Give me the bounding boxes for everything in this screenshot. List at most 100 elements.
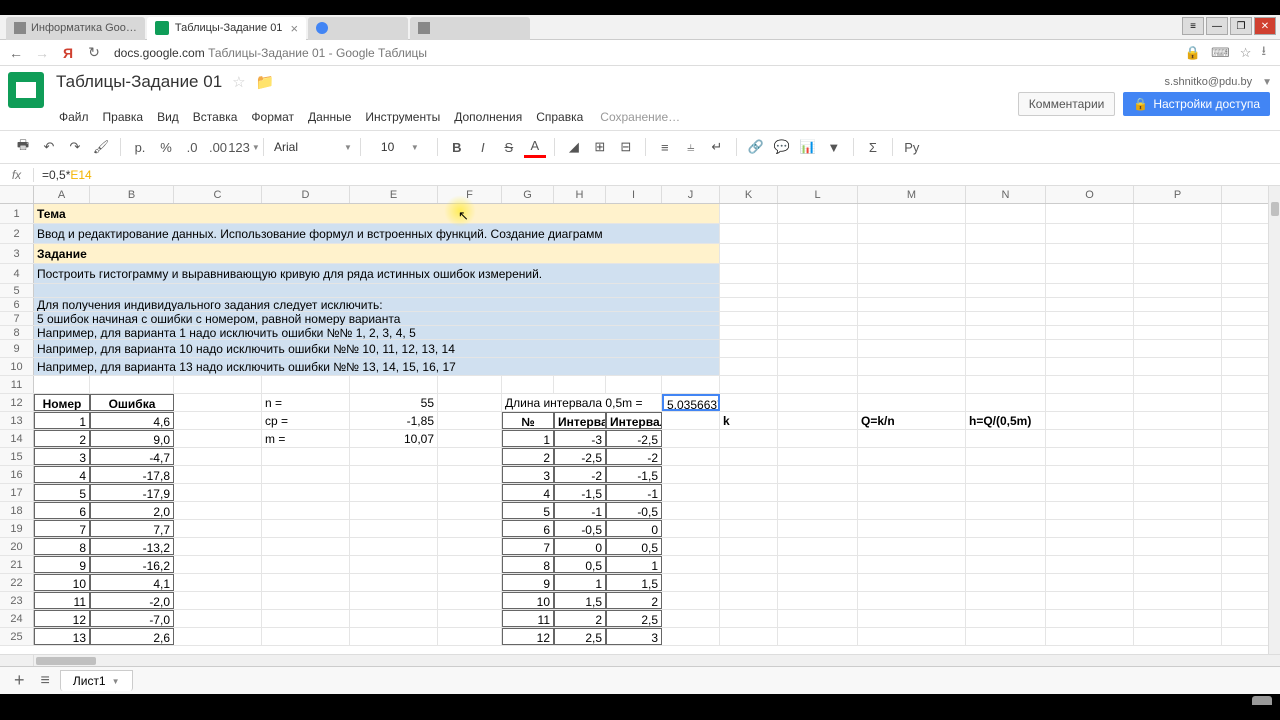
cell[interactable] — [858, 520, 966, 537]
cell[interactable]: -1 — [606, 484, 662, 501]
menu-дополнения[interactable]: Дополнения — [447, 107, 529, 127]
cell[interactable] — [662, 592, 720, 609]
cell[interactable] — [966, 610, 1046, 627]
cell[interactable] — [350, 376, 438, 393]
cell[interactable] — [778, 556, 858, 573]
cell[interactable] — [1134, 556, 1222, 573]
cell[interactable] — [1134, 376, 1222, 393]
cell[interactable] — [778, 204, 858, 223]
cell[interactable]: Длина интервала 0,5m = — [502, 394, 662, 411]
cell[interactable] — [1046, 298, 1134, 311]
row-header[interactable]: 6 — [0, 298, 34, 311]
menu-данные[interactable]: Данные — [301, 107, 358, 127]
cell[interactable]: 10 — [502, 592, 554, 609]
cell[interactable]: 11 — [502, 610, 554, 627]
cell[interactable] — [1134, 298, 1222, 311]
cell[interactable]: -0,5 — [606, 502, 662, 519]
row-header[interactable]: 10 — [0, 358, 34, 375]
scroll-thumb[interactable] — [36, 657, 96, 665]
cell[interactable] — [858, 224, 966, 243]
cell[interactable] — [90, 376, 174, 393]
cell[interactable] — [778, 484, 858, 501]
cell[interactable] — [662, 502, 720, 519]
cell[interactable] — [262, 376, 350, 393]
window-close-icon[interactable]: ✕ — [1254, 17, 1276, 35]
cell[interactable]: Задание — [34, 244, 720, 263]
cell[interactable]: 6 — [502, 520, 554, 537]
cell[interactable] — [966, 628, 1046, 645]
cell[interactable] — [966, 574, 1046, 591]
cell[interactable] — [174, 376, 262, 393]
cell[interactable] — [778, 574, 858, 591]
cell[interactable]: ср = — [262, 412, 350, 429]
cell[interactable] — [662, 610, 720, 627]
cell[interactable] — [1046, 448, 1134, 465]
cell[interactable]: Ошибка — [90, 394, 174, 411]
cell[interactable]: n = — [262, 394, 350, 411]
cell[interactable] — [1134, 244, 1222, 263]
cell[interactable] — [438, 484, 502, 501]
cell[interactable] — [720, 628, 778, 645]
cell[interactable] — [1046, 312, 1134, 325]
cell[interactable] — [1046, 412, 1134, 429]
cell[interactable]: 2 — [502, 448, 554, 465]
decimal-inc-icon[interactable]: .00 — [207, 136, 229, 158]
cell[interactable] — [174, 448, 262, 465]
cell[interactable] — [720, 520, 778, 537]
cell[interactable] — [438, 502, 502, 519]
back-button[interactable]: ← — [6, 43, 26, 63]
cell[interactable] — [778, 430, 858, 447]
cell[interactable] — [858, 628, 966, 645]
cell[interactable]: -17,8 — [90, 466, 174, 483]
cell[interactable]: 0 — [554, 538, 606, 555]
text-color-icon[interactable]: A — [524, 136, 546, 158]
cell[interactable] — [1134, 358, 1222, 375]
paint-format-icon[interactable]: 🖌 — [90, 136, 112, 158]
cell[interactable] — [966, 340, 1046, 357]
cell[interactable] — [720, 502, 778, 519]
column-header[interactable]: F — [438, 186, 502, 203]
column-header[interactable]: H — [554, 186, 606, 203]
spreadsheet-grid[interactable]: ↖ ABCDEFGHIJKLMNOP 1Тема2Ввод и редактир… — [0, 186, 1280, 666]
cell[interactable]: 2 — [34, 430, 90, 447]
column-header[interactable]: I — [606, 186, 662, 203]
cell[interactable]: 7,7 — [90, 520, 174, 537]
horizontal-scrollbar[interactable] — [0, 654, 1280, 666]
cell[interactable] — [966, 326, 1046, 339]
cell[interactable] — [858, 556, 966, 573]
cell[interactable] — [262, 502, 350, 519]
cell[interactable] — [1046, 394, 1134, 411]
row-header[interactable]: 11 — [0, 376, 34, 393]
redo-icon[interactable]: ↷ — [64, 136, 86, 158]
cell[interactable] — [778, 224, 858, 243]
cell[interactable] — [966, 448, 1046, 465]
cell[interactable]: 4,6 — [90, 412, 174, 429]
cell[interactable] — [1046, 502, 1134, 519]
row-header[interactable]: 17 — [0, 484, 34, 501]
cell[interactable] — [1134, 326, 1222, 339]
cell[interactable]: -13,2 — [90, 538, 174, 555]
cell[interactable] — [858, 326, 966, 339]
share-button[interactable]: 🔒 Настройки доступа — [1123, 92, 1270, 116]
cell[interactable]: -2 — [606, 448, 662, 465]
cell[interactable] — [858, 264, 966, 283]
cell[interactable]: -7,0 — [90, 610, 174, 627]
cell[interactable]: -2,5 — [606, 430, 662, 447]
cell[interactable]: -2,0 — [90, 592, 174, 609]
cell[interactable]: -1,5 — [554, 484, 606, 501]
cell[interactable]: 0,5 — [606, 538, 662, 555]
borders-icon[interactable]: ⊞ — [589, 136, 611, 158]
cell[interactable] — [438, 376, 502, 393]
comment-icon[interactable]: 💬 — [771, 136, 793, 158]
cell[interactable] — [966, 592, 1046, 609]
cell[interactable] — [174, 520, 262, 537]
cell[interactable]: Q=k/n — [858, 412, 966, 429]
cell[interactable] — [438, 430, 502, 447]
cell[interactable]: Например, для варианта 13 надо исключить… — [34, 358, 720, 375]
wrap-icon[interactable]: ↵ — [706, 136, 728, 158]
cell[interactable]: 2,5 — [606, 610, 662, 627]
cell[interactable] — [174, 466, 262, 483]
cell[interactable]: 3 — [34, 448, 90, 465]
cell[interactable] — [438, 538, 502, 555]
cell[interactable] — [1046, 204, 1134, 223]
